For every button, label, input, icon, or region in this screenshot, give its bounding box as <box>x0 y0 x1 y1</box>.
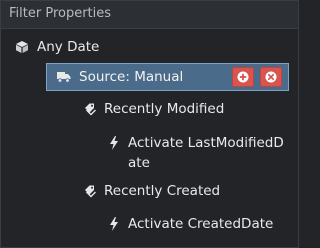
tree-node-label: Recently Created <box>104 183 221 199</box>
tags-icon <box>83 184 97 198</box>
tree-node-label: Any Date <box>37 39 100 55</box>
tree-node-activate-lastmodifieddate[interactable]: Activate LastModifiedDate <box>109 133 289 173</box>
tree-node-recently-created[interactable]: Recently Created <box>83 181 220 201</box>
bolt-icon <box>109 136 119 150</box>
tree-node-recently-modified[interactable]: Recently Modified <box>83 99 224 119</box>
times-circle-icon <box>265 71 277 83</box>
tree-node-source-manual[interactable]: Source: Manual <box>46 63 289 91</box>
tree-node-label: Recently Modified <box>104 101 225 117</box>
panel-header: Filter Properties <box>1 1 298 29</box>
remove-button[interactable] <box>260 67 282 87</box>
tags-icon <box>83 102 97 116</box>
tree-node-label: Source: Manual <box>79 69 184 85</box>
tree-node-any-date[interactable]: Any Date <box>15 37 99 57</box>
tree-node-label: Activate CreatedDate <box>128 216 274 232</box>
add-button[interactable] <box>232 67 254 87</box>
truck-icon <box>57 71 71 83</box>
tree-node-label: Activate LastModifiedDate <box>128 135 284 171</box>
cube-icon <box>15 40 29 54</box>
bolt-icon <box>109 217 119 231</box>
panel-title: Filter Properties <box>9 6 112 21</box>
filter-properties-panel: Filter Properties Any Date Source: Manua… <box>0 0 299 248</box>
plus-circle-icon <box>237 71 249 83</box>
tree-node-activate-createddate[interactable]: Activate CreatedDate <box>109 214 273 234</box>
